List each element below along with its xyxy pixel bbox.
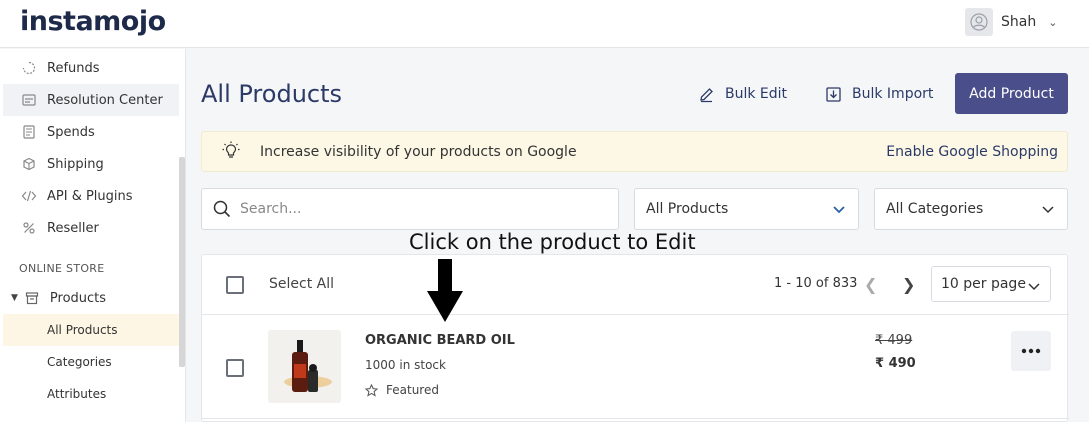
beard-oil-bottle-image [268, 330, 341, 403]
sidebar-item-spends[interactable]: Spends [3, 116, 179, 148]
product-name[interactable]: ORGANIC BEARD OIL [365, 333, 515, 348]
sidebar-subitem-attributes[interactable]: Attributes [3, 378, 179, 410]
pagination-range: 1 - 10 of 833 [774, 276, 858, 291]
sidebar-item-shipping[interactable]: Shipping [3, 148, 179, 180]
product-stock: 1000 in stock [365, 358, 446, 372]
sidebar-item-api-plugins[interactable]: API & Plugins [3, 180, 179, 212]
add-product-button[interactable]: Add Product [955, 73, 1068, 114]
per-page-select[interactable]: 10 per page [931, 266, 1051, 302]
sidebar-subitem-label: Categories [47, 355, 112, 369]
pencil-icon [700, 87, 713, 102]
top-bar: instamojo Shah ⌄ [0, 0, 1089, 48]
product-filter-value: All Products [646, 201, 729, 217]
sidebar-subitem-categories[interactable]: Categories [3, 346, 179, 378]
select-all-label: Select All [269, 276, 334, 292]
bulk-import-label: Bulk Import [852, 86, 934, 102]
category-filter-value: All Categories [886, 201, 984, 217]
user-icon [970, 13, 988, 31]
percent-icon [21, 220, 37, 236]
sidebar-item-products[interactable]: ▼ Products [3, 282, 179, 314]
spends-icon [21, 124, 37, 140]
search-box[interactable] [201, 188, 619, 230]
featured-label: Featured [386, 383, 439, 397]
arrow-down-icon [427, 259, 463, 322]
original-price: ₹ 499 [875, 333, 913, 348]
sidebar: Refunds Resolution Center Spends Shippin… [0, 49, 186, 422]
chevron-down-icon [1028, 283, 1040, 291]
sidebar-item-label: Shipping [47, 156, 104, 172]
featured-toggle[interactable]: Featured [365, 383, 439, 397]
product-checkbox[interactable] [226, 359, 244, 377]
google-shopping-banner: Increase visibility of your products on … [201, 131, 1068, 172]
category-filter-select[interactable]: All Categories [874, 188, 1068, 230]
bulk-import-button[interactable]: Bulk Import [825, 80, 933, 108]
product-filter-select[interactable]: All Products [634, 188, 859, 230]
chevron-down-icon [1042, 206, 1054, 214]
import-icon [826, 86, 841, 102]
sidebar-subitem-label: Attributes [47, 387, 107, 401]
instamojo-logo[interactable]: instamojo [20, 6, 166, 37]
next-page-icon[interactable]: ❯ [902, 275, 915, 294]
per-page-value: 10 per page [941, 276, 1026, 292]
sidebar-item-reseller[interactable]: Reseller [3, 212, 179, 244]
divider [202, 314, 1069, 315]
shipping-icon [21, 156, 37, 172]
chevron-down-icon [833, 206, 845, 214]
page-title: All Products [201, 80, 343, 108]
select-all-checkbox[interactable] [226, 276, 244, 294]
sidebar-subitem-label: All Products [47, 323, 118, 337]
sidebar-item-resolution-center[interactable]: Resolution Center [3, 84, 179, 116]
store-icon [24, 290, 40, 306]
sidebar-item-label: Reseller [47, 220, 99, 236]
bulk-edit-button[interactable]: Bulk Edit [698, 80, 787, 108]
sidebar-item-label: Products [49, 290, 107, 306]
more-options-button[interactable] [1011, 331, 1051, 371]
code-icon [21, 188, 37, 204]
caret-down-icon: ▼ [11, 293, 18, 303]
product-list: Select All 1 - 10 of 833 ❮ ❯ 10 per page… [201, 254, 1069, 422]
sidebar-item-refunds[interactable]: Refunds [3, 52, 179, 84]
sidebar-subitem-all-products[interactable]: All Products [3, 314, 179, 346]
resolution-icon [21, 92, 37, 108]
product-thumbnail[interactable] [268, 330, 341, 403]
sidebar-item-label: Refunds [47, 60, 100, 76]
sidebar-item-label: Resolution Center [47, 92, 163, 108]
chevron-down-icon: ⌄ [1048, 15, 1058, 29]
search-icon [213, 200, 231, 218]
logo-text: instamojo [20, 6, 166, 37]
refund-icon [21, 60, 37, 76]
enable-google-shopping-link[interactable]: Enable Google Shopping [886, 144, 1058, 160]
sale-price: ₹ 490 [875, 356, 916, 371]
divider [202, 418, 1069, 419]
sidebar-item-label: Spends [47, 124, 95, 140]
previous-page-icon[interactable]: ❮ [864, 275, 877, 294]
user-name: Shah [1001, 14, 1037, 30]
bulk-edit-label: Bulk Edit [725, 86, 788, 102]
lightbulb-icon [221, 140, 241, 164]
more-icon [1021, 348, 1041, 354]
user-menu[interactable]: Shah ⌄ [965, 8, 1057, 36]
section-heading-online-store: ONLINE STORE [19, 262, 105, 275]
avatar [965, 8, 993, 36]
annotation-text: Click on the product to Edit [409, 230, 696, 254]
banner-text: Increase visibility of your products on … [260, 143, 577, 160]
star-icon [365, 383, 378, 397]
sidebar-scrollbar[interactable] [179, 157, 185, 367]
sidebar-item-label: API & Plugins [47, 188, 133, 204]
search-input[interactable] [240, 201, 600, 217]
